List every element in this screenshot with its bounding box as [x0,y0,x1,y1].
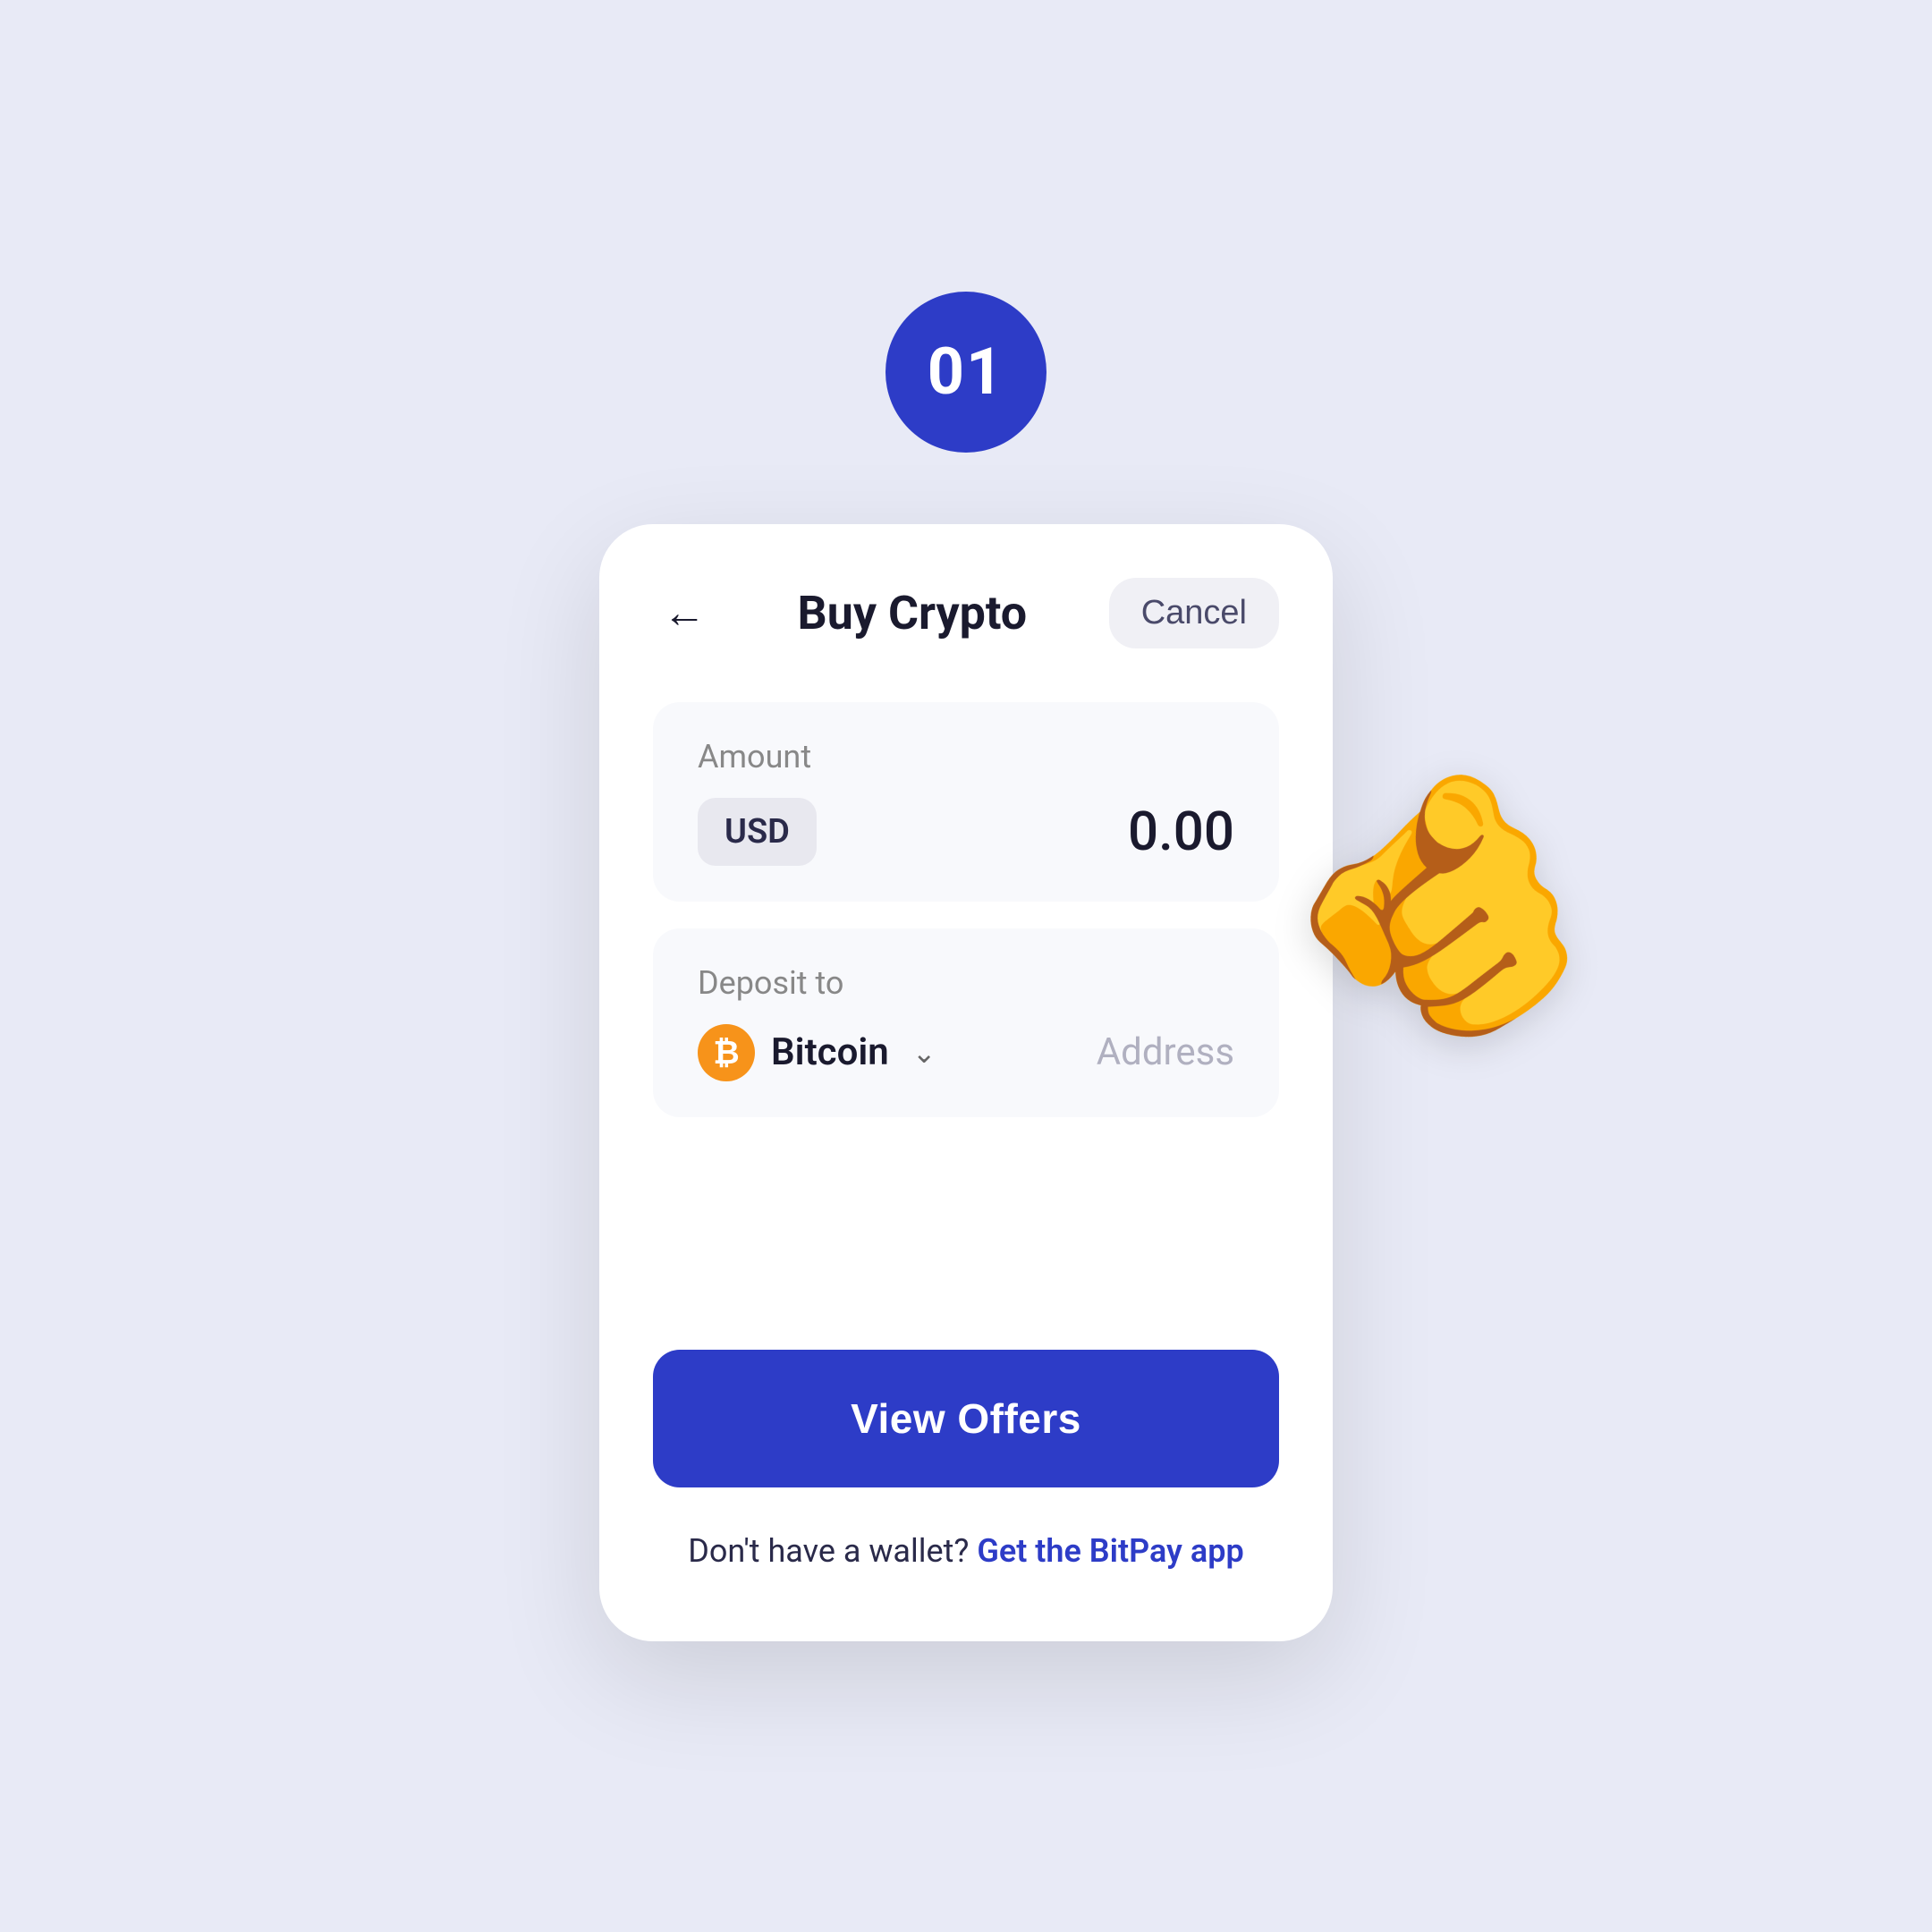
deposit-label: Deposit to [698,964,1234,1002]
bitcoin-symbol: ₿ [713,1034,739,1072]
get-bitpay-link[interactable]: Get the BitPay app [977,1532,1243,1570]
back-arrow-icon: ← [663,591,706,634]
bitcoin-selector[interactable]: ₿ Bitcoin ⌄ [698,1024,936,1081]
deposit-card: Deposit to ₿ Bitcoin ⌄ Address [653,928,1279,1117]
chevron-down-icon: ⌄ [912,1036,936,1070]
currency-badge[interactable]: USD [698,798,817,866]
phone-container: 🫵 ← Buy Crypto Cancel Amount USD 0.00 [599,524,1333,1641]
amount-row: USD 0.00 [698,798,1234,866]
screen-header: ← Buy Crypto Cancel [653,578,1279,648]
view-offers-button[interactable]: View Offers [653,1350,1279,1487]
cancel-button[interactable]: Cancel [1109,578,1279,648]
deposit-row: ₿ Bitcoin ⌄ Address [698,1024,1234,1081]
back-button[interactable]: ← [653,581,716,644]
amount-value[interactable]: 0.00 [1128,800,1234,863]
phone-card: ← Buy Crypto Cancel Amount USD 0.00 Depo… [599,524,1333,1641]
step-number: 01 [928,334,1005,410]
wallet-prompt-label: Don't have a wallet? [688,1532,969,1570]
screen-title: Buy Crypto [798,586,1028,640]
amount-label: Amount [698,738,1234,775]
wallet-prompt-text: Don't have a wallet? Get the BitPay app [653,1532,1279,1570]
step-badge: 01 [886,292,1046,453]
page-wrapper: 01 🫵 ← Buy Crypto Cancel Amount USD 0.00 [0,0,1932,1932]
address-label[interactable]: Address [1097,1030,1234,1074]
spacer [653,1171,1279,1350]
bitcoin-icon: ₿ [698,1024,755,1081]
amount-card: Amount USD 0.00 [653,702,1279,902]
bitcoin-label: Bitcoin [771,1030,889,1074]
